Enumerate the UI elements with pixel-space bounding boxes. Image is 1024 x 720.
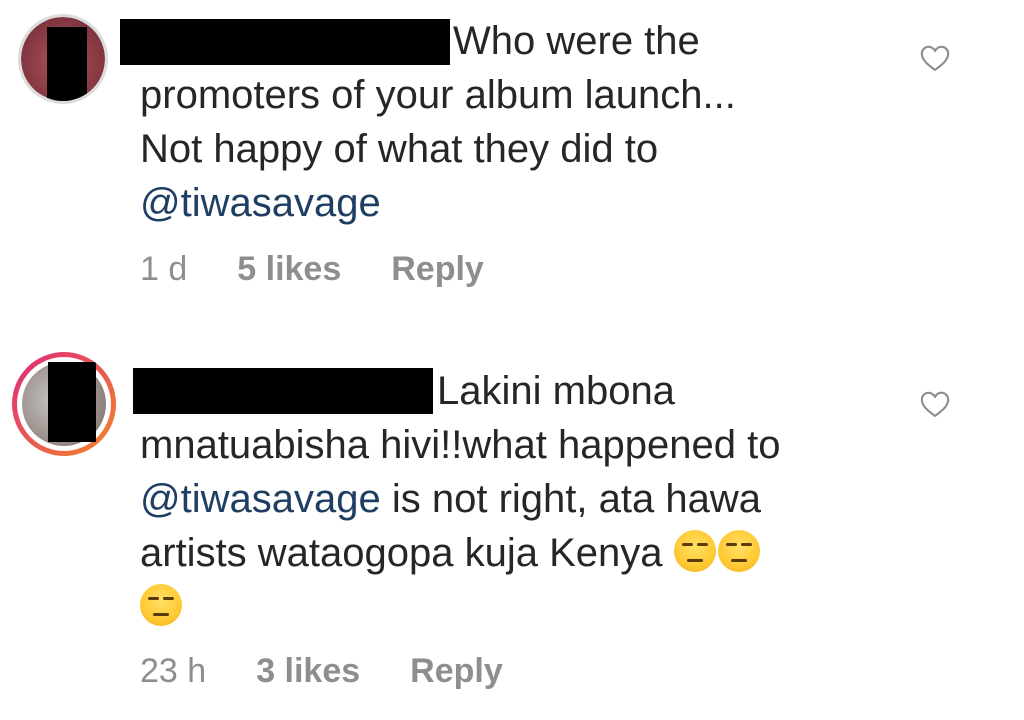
- heart-outline-icon[interactable]: [920, 390, 950, 418]
- unamused-face-emoji: [717, 530, 760, 572]
- avatar-story-ring[interactable]: [12, 352, 116, 456]
- username-redacted[interactable]: [133, 368, 433, 414]
- comment-text-line2: mnatuabisha hivi!!what happened to: [140, 423, 781, 467]
- unamused-face-emoji: [140, 584, 182, 626]
- comment-text: Lakini mbona: [437, 364, 675, 418]
- comment-text-line1: Lakini mbona: [437, 369, 675, 413]
- comment-meta: 1 d 5 likes Reply: [140, 250, 534, 289]
- likes-count[interactable]: 3 likes: [256, 652, 360, 691]
- comment-text-line3: is not right, ata hawa: [380, 477, 761, 521]
- comment-meta: 23 h 3 likes Reply: [140, 652, 553, 691]
- avatar[interactable]: [18, 14, 108, 104]
- username-redacted[interactable]: [120, 19, 450, 65]
- comment-2: Lakini mbona mnatuabisha hivi!!what happ…: [0, 330, 1024, 720]
- heart-outline-icon[interactable]: [920, 44, 950, 72]
- comment-1: Who were the promoters of your album lau…: [0, 0, 1024, 330]
- reply-button[interactable]: Reply: [410, 652, 503, 691]
- unamused-face-emoji: [673, 530, 716, 572]
- comment-text: Who were the: [453, 14, 700, 68]
- comment-text-body: promoters of your album launch... Not ha…: [140, 68, 920, 230]
- timestamp: 1 d: [140, 250, 188, 288]
- comment-text-line4: artists wataogopa kuja Kenya: [140, 531, 674, 575]
- comment-text-body: mnatuabisha hivi!!what happened to @tiwa…: [140, 418, 940, 634]
- mention-link[interactable]: @tiwasavage: [140, 181, 381, 225]
- reply-button[interactable]: Reply: [391, 250, 484, 289]
- timestamp: 23 h: [140, 652, 207, 690]
- likes-count[interactable]: 5 likes: [237, 250, 341, 289]
- comment-text-line1: Who were the: [453, 19, 700, 63]
- comment-text-rest: promoters of your album launch... Not ha…: [140, 73, 736, 171]
- mention-link[interactable]: @tiwasavage: [140, 477, 381, 521]
